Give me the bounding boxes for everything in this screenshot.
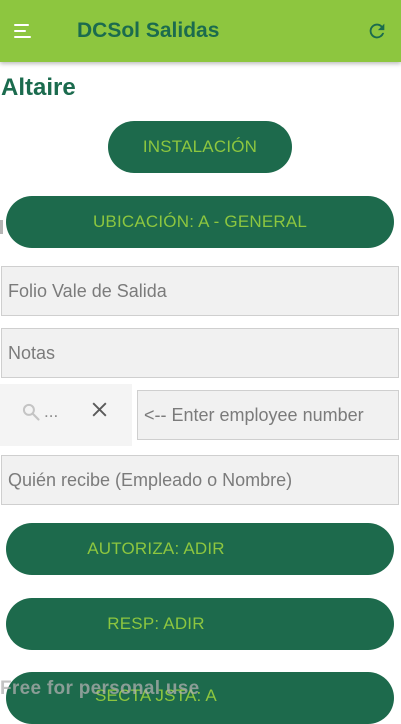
resp-button[interactable]: RESP: ADIR bbox=[6, 598, 394, 650]
ubicacion-button[interactable]: UBICACIÓN: A - GENERAL bbox=[6, 196, 394, 248]
quien-recibe-input[interactable] bbox=[1, 455, 399, 505]
close-icon[interactable] bbox=[90, 400, 109, 419]
search-value: ... bbox=[44, 402, 59, 421]
watermark-text: Free for personal use bbox=[0, 678, 200, 699]
instalacion-button[interactable]: INSTALACIÓN bbox=[108, 121, 292, 173]
folio-vale-input[interactable] bbox=[1, 266, 399, 316]
site-name: Altaire bbox=[1, 74, 76, 101]
employee-search-box[interactable] bbox=[0, 384, 132, 446]
hamburger-menu-icon[interactable] bbox=[14, 24, 34, 40]
notas-input[interactable] bbox=[1, 328, 399, 378]
autoriza-button[interactable]: AUTORIZA: ADIR bbox=[6, 523, 394, 575]
app-title: DCSol Salidas bbox=[77, 19, 220, 42]
refresh-icon[interactable] bbox=[366, 20, 388, 42]
employee-number-input[interactable] bbox=[137, 390, 399, 440]
app-bar: DCSol Salidas bbox=[0, 0, 401, 62]
search-icon bbox=[22, 403, 40, 421]
edge-marker bbox=[0, 220, 3, 234]
